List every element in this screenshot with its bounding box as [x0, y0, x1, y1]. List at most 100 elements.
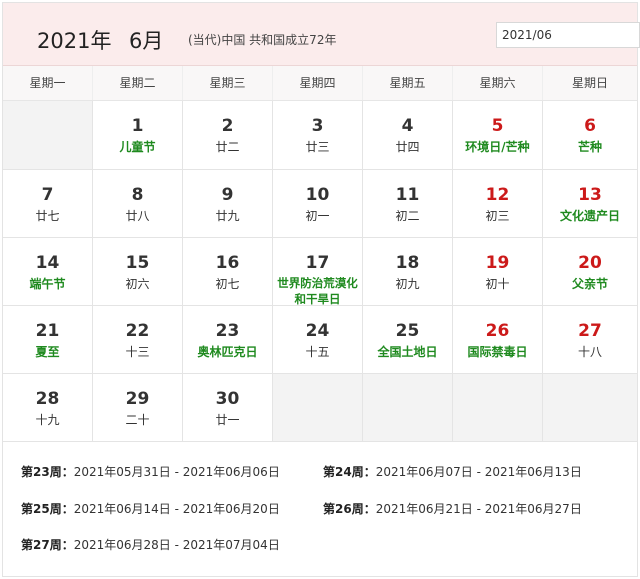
- lunar-date: 廿四: [395, 140, 420, 154]
- day-cell[interactable]: 19 初十: [453, 238, 543, 306]
- empty-day-cell: [273, 374, 363, 442]
- day-number: 9: [221, 185, 234, 205]
- day-cell[interactable]: 21 夏至: [3, 306, 93, 374]
- day-cell[interactable]: 29 二十: [93, 374, 183, 442]
- lunar-date: 廿二: [215, 140, 240, 154]
- day-number: 12: [485, 185, 510, 205]
- month-selector[interactable]: 6月: [129, 25, 163, 55]
- day-cell[interactable]: 11 初二: [363, 170, 453, 238]
- weekday-label-sat: 星期六: [453, 66, 543, 100]
- empty-day-cell: [543, 374, 637, 442]
- week-label: 第23周：: [21, 465, 74, 479]
- day-cell[interactable]: 6 芒种: [543, 101, 637, 170]
- week-summary: 第23周：2021年05月31日 - 2021年06月06日 第24周：2021…: [3, 443, 637, 576]
- week-range: 2021年06月14日 - 2021年06月20日: [73, 502, 280, 516]
- week-range: 2021年06月07日 - 2021年06月13日: [375, 465, 582, 479]
- holiday-label: 国际禁毒日: [467, 345, 528, 359]
- day-number: 28: [35, 389, 60, 409]
- day-number: 24: [305, 321, 330, 341]
- week-row: 第25周：2021年06月14日 - 2021年06月20日: [21, 500, 280, 517]
- week-label: 第27周：: [21, 538, 74, 552]
- day-cell[interactable]: 15 初六: [93, 238, 183, 306]
- day-cell[interactable]: 7 廿七: [3, 170, 93, 238]
- day-cell[interactable]: 25 全国土地日: [363, 306, 453, 374]
- lunar-date: 初二: [395, 209, 420, 223]
- lunar-date: 初七: [215, 277, 240, 291]
- day-cell[interactable]: 24 十五: [273, 306, 363, 374]
- day-cell[interactable]: 16 初七: [183, 238, 273, 306]
- day-cell[interactable]: 8 廿八: [93, 170, 183, 238]
- week-range: 2021年06月28日 - 2021年07月04日: [73, 538, 280, 552]
- day-number: 8: [131, 185, 144, 205]
- week-row: 第27周：2021年06月28日 - 2021年07月04日: [21, 536, 280, 553]
- lunar-date: 十五: [305, 345, 330, 359]
- day-cell[interactable]: 26 国际禁毒日: [453, 306, 543, 374]
- day-number: 17: [305, 253, 330, 273]
- day-number: 4: [401, 116, 414, 136]
- week-row: 第23周：2021年05月31日 - 2021年06月06日: [21, 463, 280, 480]
- lunar-date: 廿八: [125, 209, 150, 223]
- holiday-label: 奥林匹克日: [197, 345, 258, 359]
- day-number: 1: [131, 116, 144, 136]
- day-cell[interactable]: 28 十九: [3, 374, 93, 442]
- day-cell[interactable]: 27 十八: [543, 306, 637, 374]
- day-cell[interactable]: 17 世界防治荒漠化和干旱日: [273, 238, 363, 306]
- day-cell[interactable]: 14 端午节: [3, 238, 93, 306]
- day-cell[interactable]: 22 十三: [93, 306, 183, 374]
- day-cell[interactable]: 3 廿三: [273, 101, 363, 170]
- day-cell[interactable]: 2 廿二: [183, 101, 273, 170]
- day-number: 16: [215, 253, 240, 273]
- day-cell[interactable]: 1 儿童节: [93, 101, 183, 170]
- day-number: 2: [221, 116, 234, 136]
- lunar-date: 十三: [125, 345, 150, 359]
- empty-day-cell: [453, 374, 543, 442]
- day-cell[interactable]: 4 廿四: [363, 101, 453, 170]
- holiday-label: 世界防治荒漠化和干旱日: [277, 276, 358, 306]
- day-number: 20: [578, 253, 602, 273]
- day-number: 3: [311, 116, 324, 136]
- day-number: 21: [35, 321, 60, 341]
- lunar-date: 初十: [485, 277, 510, 291]
- lunar-date: 廿一: [215, 413, 240, 427]
- day-cell[interactable]: 12 初三: [453, 170, 543, 238]
- day-number: 19: [485, 253, 510, 273]
- day-number: 18: [395, 253, 420, 273]
- day-number: 7: [41, 185, 54, 205]
- holiday-label: 父亲节: [571, 277, 608, 291]
- holiday-label: 端午节: [29, 277, 66, 291]
- day-cell[interactable]: 18 初九: [363, 238, 453, 306]
- holiday-label: 儿童节: [119, 140, 156, 154]
- weekday-label-fri: 星期五: [363, 66, 453, 100]
- lunar-date: 初六: [125, 277, 150, 291]
- day-number: 5: [491, 116, 504, 136]
- day-number: 15: [125, 253, 150, 273]
- holiday-label: 文化遗产日: [559, 209, 620, 223]
- day-number: 11: [395, 185, 420, 205]
- day-cell[interactable]: 5 环境日/芒种: [453, 101, 543, 170]
- day-cell[interactable]: 9 廿九: [183, 170, 273, 238]
- day-cell[interactable]: 10 初一: [273, 170, 363, 238]
- lunar-date: 十九: [35, 413, 60, 427]
- week-row: 第26周：2021年06月21日 - 2021年06月27日: [323, 500, 582, 517]
- lunar-date: 二十: [125, 413, 150, 427]
- holiday-label: 夏至: [35, 345, 60, 359]
- lunar-date: 初三: [485, 209, 510, 223]
- day-cell[interactable]: 13 文化遗产日: [543, 170, 637, 238]
- day-number: 22: [125, 321, 150, 341]
- lunar-date: 初一: [305, 209, 330, 223]
- lunar-date: 十八: [577, 345, 602, 359]
- day-number: 30: [215, 389, 240, 409]
- day-number: 10: [305, 185, 330, 205]
- weekday-label-thu: 星期四: [273, 66, 363, 100]
- holiday-label: 环境日/芒种: [465, 140, 530, 154]
- date-jump-input[interactable]: [496, 22, 640, 48]
- day-number: 13: [578, 185, 602, 205]
- day-cell[interactable]: 20 父亲节: [543, 238, 637, 306]
- era-info: (当代)中国 共和国成立72年: [188, 33, 337, 47]
- day-cell[interactable]: 30 廿一: [183, 374, 273, 442]
- day-number: 25: [395, 321, 420, 341]
- lunar-date: 廿三: [305, 140, 330, 154]
- day-cell[interactable]: 23 奥林匹克日: [183, 306, 273, 374]
- week-range: 2021年05月31日 - 2021年06月06日: [73, 465, 280, 479]
- year-selector[interactable]: 2021年: [37, 25, 111, 55]
